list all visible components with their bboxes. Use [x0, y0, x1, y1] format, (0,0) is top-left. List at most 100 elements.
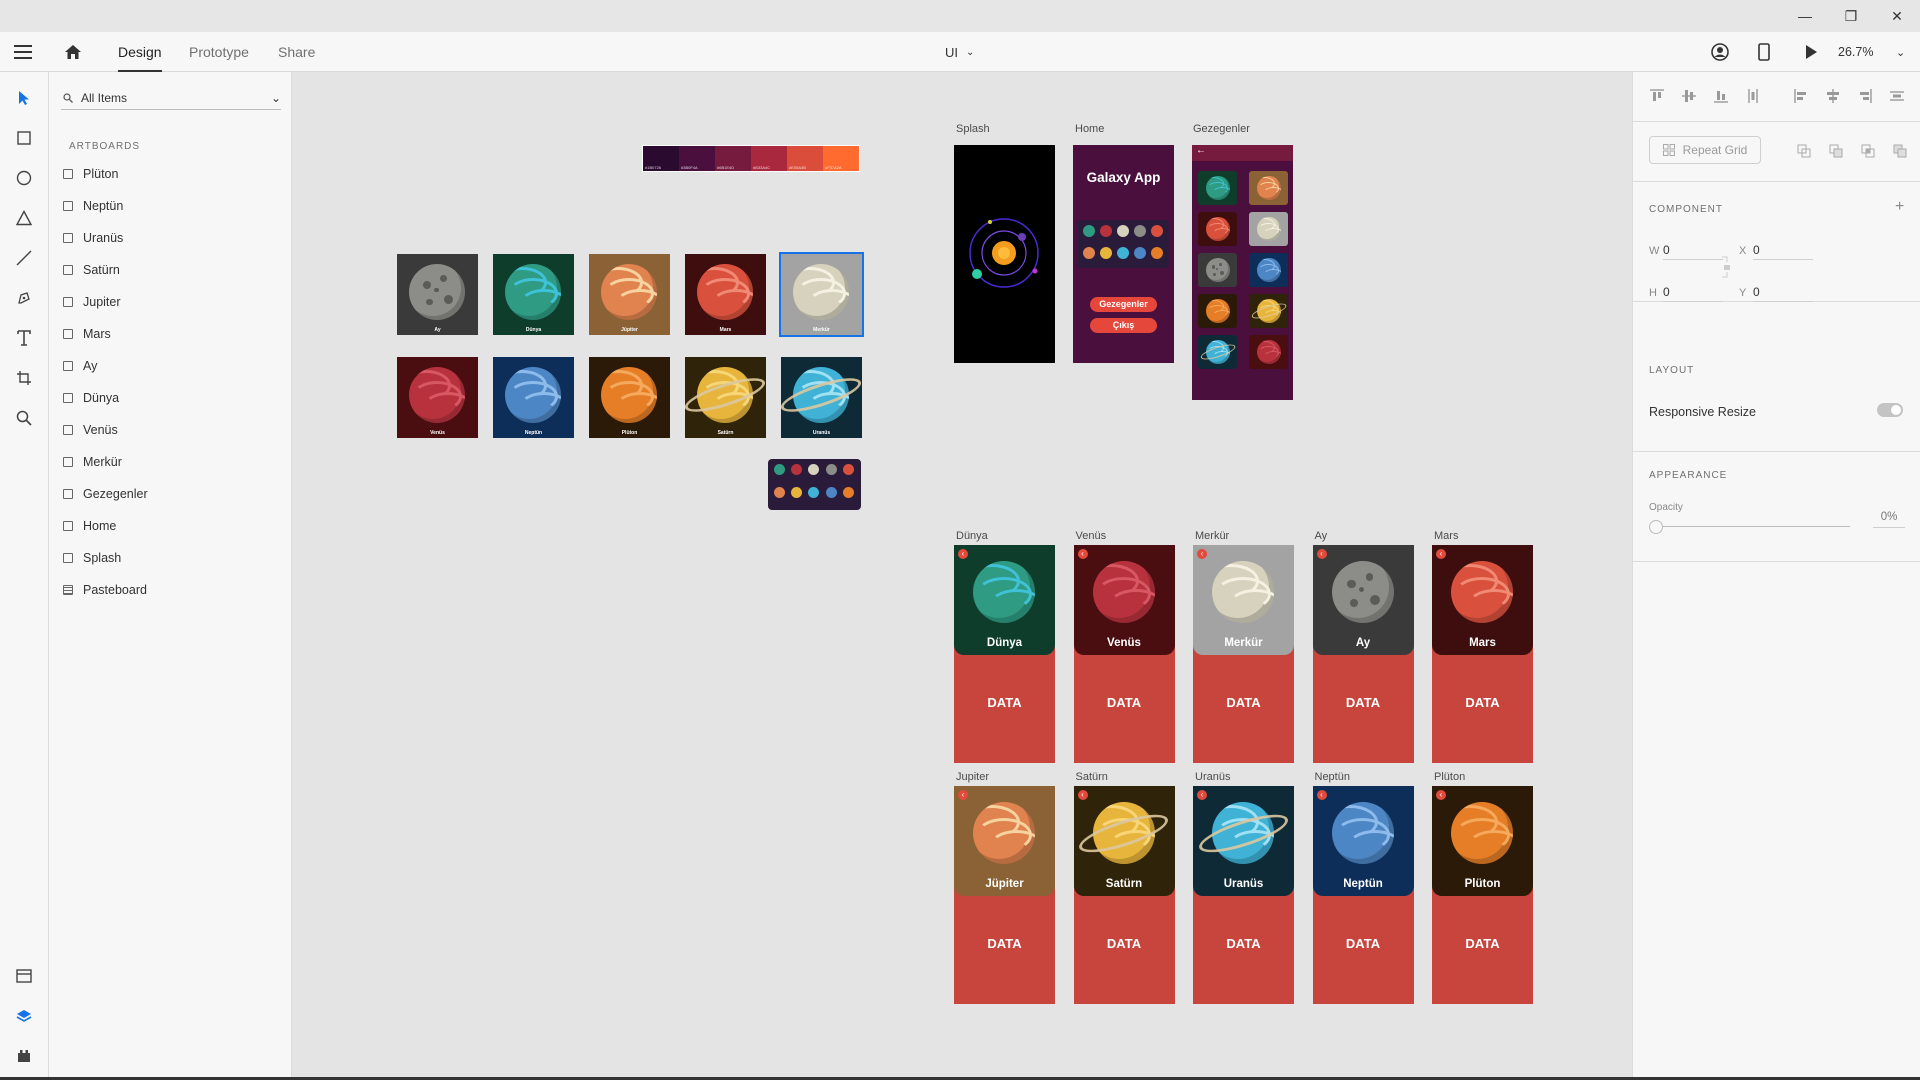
back-arrow-icon[interactable]: ‹	[1316, 549, 1327, 559]
layer-item-mars[interactable]: Mars	[61, 322, 281, 346]
artboard-dunya[interactable]: ‹ Dünya DATA	[954, 545, 1055, 763]
artboard-label-home[interactable]: Home	[1075, 123, 1104, 135]
layer-item-ay[interactable]: Ay	[61, 354, 281, 378]
planet-grid-component[interactable]	[768, 459, 861, 510]
home-planet-grid[interactable]	[1078, 220, 1169, 268]
restore-button[interactable]: ❐	[1828, 0, 1874, 32]
back-arrow-icon[interactable]: ‹	[1077, 790, 1088, 800]
artboard-uranus[interactable]: ‹ Uranüs DATA	[1193, 786, 1294, 1004]
palette-swatch[interactable]: #6B1E4D	[715, 146, 751, 171]
align-left-icon[interactable]	[1793, 88, 1809, 104]
boolean-exclude-icon[interactable]	[1893, 144, 1907, 158]
layer-item-merkur[interactable]: Merkür	[61, 450, 281, 474]
gezegenler-card-ay[interactable]	[1198, 253, 1237, 287]
x-field[interactable]: 0	[1753, 243, 1813, 260]
plugins-panel-button[interactable]	[12, 1044, 36, 1068]
layer-item-pasteboard[interactable]: Pasteboard	[61, 578, 281, 602]
planet-tile-uranus[interactable]: Uranüs	[781, 357, 862, 438]
layer-item-pluton[interactable]: Plüton	[61, 162, 281, 186]
height-field[interactable]: 0	[1663, 285, 1723, 302]
artboard-label-ay[interactable]: Ay	[1315, 530, 1328, 542]
align-middle-icon[interactable]	[1681, 88, 1697, 104]
palette-swatch[interactable]: #1B0726	[643, 146, 679, 171]
opacity-slider-thumb[interactable]	[1649, 520, 1663, 534]
layer-item-dunya[interactable]: Dünya	[61, 386, 281, 410]
artboard-mars[interactable]: ‹ Mars DATA	[1432, 545, 1533, 763]
boolean-subtract-icon[interactable]	[1829, 144, 1843, 158]
layer-item-splash[interactable]: Splash	[61, 546, 281, 570]
add-component-icon[interactable]: +	[1895, 198, 1904, 216]
artboard-pluton[interactable]: ‹ Plüton DATA	[1432, 786, 1533, 1004]
gezegenler-card-uranus[interactable]	[1198, 335, 1237, 369]
gezegenler-card-pluton[interactable]	[1198, 294, 1237, 328]
gezegenler-card-merkur[interactable]	[1249, 212, 1288, 246]
line-tool[interactable]	[12, 246, 36, 270]
artboard-label-venus[interactable]: Venüs	[1076, 530, 1107, 542]
layer-item-uranus[interactable]: Uranüs	[61, 226, 281, 250]
back-arrow-icon[interactable]: ‹	[1077, 549, 1088, 559]
artboard-label-saturn[interactable]: Satürn	[1076, 771, 1108, 783]
y-field[interactable]: 0	[1753, 285, 1813, 302]
planet-tile-saturn[interactable]: Satürn	[685, 357, 766, 438]
palette-swatch[interactable]: #E05A3B	[787, 146, 823, 171]
back-arrow-icon[interactable]: ‹	[1197, 790, 1207, 800]
tab-design[interactable]: Design	[118, 32, 162, 72]
cikis-button[interactable]: Çıkış	[1090, 318, 1157, 333]
pen-tool[interactable]	[12, 286, 36, 310]
close-button[interactable]: ✕	[1874, 0, 1920, 32]
boolean-intersect-icon[interactable]	[1861, 144, 1875, 158]
planet-tile-ay[interactable]: Ay	[397, 254, 478, 335]
artboard-gezegenler[interactable]: ←	[1192, 145, 1293, 400]
gezegenler-card-venus[interactable]	[1249, 335, 1288, 369]
select-tool[interactable]	[12, 86, 36, 110]
zoom-dropdown[interactable]: ⌄	[1896, 32, 1905, 72]
gezegenler-card-saturn[interactable]	[1249, 294, 1288, 328]
artboard-tool[interactable]	[12, 366, 36, 390]
back-arrow-icon[interactable]: ‹	[1436, 549, 1446, 559]
gezegenler-card-mars[interactable]	[1198, 212, 1237, 246]
artboard-ay[interactable]: ‹ Ay DATA	[1312, 545, 1414, 763]
distribute-horizontal-icon[interactable]	[1889, 88, 1905, 104]
planet-tile-jupiter[interactable]: Jüpiter	[589, 254, 670, 335]
layer-item-saturn[interactable]: Satürn	[61, 258, 281, 282]
artboard-neptun[interactable]: ‹ Neptün DATA	[1312, 786, 1414, 1004]
back-arrow-icon[interactable]: ‹	[958, 549, 968, 559]
palette-swatch[interactable]: #B33A4C	[751, 146, 787, 171]
zoom-level[interactable]: 26.7%	[1838, 32, 1873, 72]
artboard-saturn[interactable]: ‹ Satürn DATA	[1073, 786, 1175, 1004]
tab-prototype[interactable]: Prototype	[189, 32, 249, 72]
gezegenler-card-neptun[interactable]	[1249, 253, 1288, 287]
back-arrow-icon[interactable]: ‹	[1197, 549, 1207, 559]
opacity-field[interactable]: 0%	[1873, 511, 1905, 528]
rectangle-tool[interactable]	[12, 126, 36, 150]
planet-tile-dunya[interactable]: Dünya	[493, 254, 574, 335]
ellipse-tool[interactable]	[12, 166, 36, 190]
lock-aspect-icon[interactable]	[1721, 256, 1731, 278]
responsive-resize-toggle[interactable]	[1877, 403, 1903, 417]
artboard-label-gezegenler[interactable]: Gezegenler	[1193, 123, 1250, 135]
planet-tile-pluton[interactable]: Plüton	[589, 357, 670, 438]
palette-swatch[interactable]: #3B0F4A	[679, 146, 715, 171]
text-tool[interactable]	[12, 326, 36, 350]
planet-tile-venus[interactable]: Venüs	[397, 357, 478, 438]
palette-swatch[interactable]: #F37A2A	[823, 146, 859, 171]
align-center-icon[interactable]	[1825, 88, 1841, 104]
align-right-icon[interactable]	[1857, 88, 1873, 104]
artboard-label-merkur[interactable]: Merkür	[1195, 530, 1229, 542]
artboard-label-dunya[interactable]: Dünya	[956, 530, 988, 542]
repeat-grid-button[interactable]: Repeat Grid	[1649, 136, 1761, 164]
layer-item-jupiter[interactable]: Jupiter	[61, 290, 281, 314]
play-button[interactable]	[1804, 32, 1818, 72]
artboard-label-pluton[interactable]: Plüton	[1434, 771, 1465, 783]
opacity-slider-track[interactable]	[1663, 526, 1850, 527]
artboard-home[interactable]: Galaxy App Gezegenler Çıkış	[1073, 145, 1174, 363]
back-arrow-icon[interactable]: ‹	[958, 790, 968, 800]
planet-tile-merkur[interactable]: Merkür	[779, 252, 864, 337]
zoom-tool[interactable]	[12, 406, 36, 430]
artboard-label-uranus[interactable]: Uranüs	[1195, 771, 1230, 783]
gezegenler-card-dunya[interactable]	[1198, 171, 1237, 205]
artboard-label-jupiter[interactable]: Jupiter	[956, 771, 989, 783]
artboard-label-mars[interactable]: Mars	[1434, 530, 1458, 542]
design-canvas[interactable]: #1B0726 #3B0F4A #6B1E4D #B33A4C #E05A3B #F37A…	[292, 72, 1632, 1080]
layer-item-neptun[interactable]: Neptün	[61, 194, 281, 218]
